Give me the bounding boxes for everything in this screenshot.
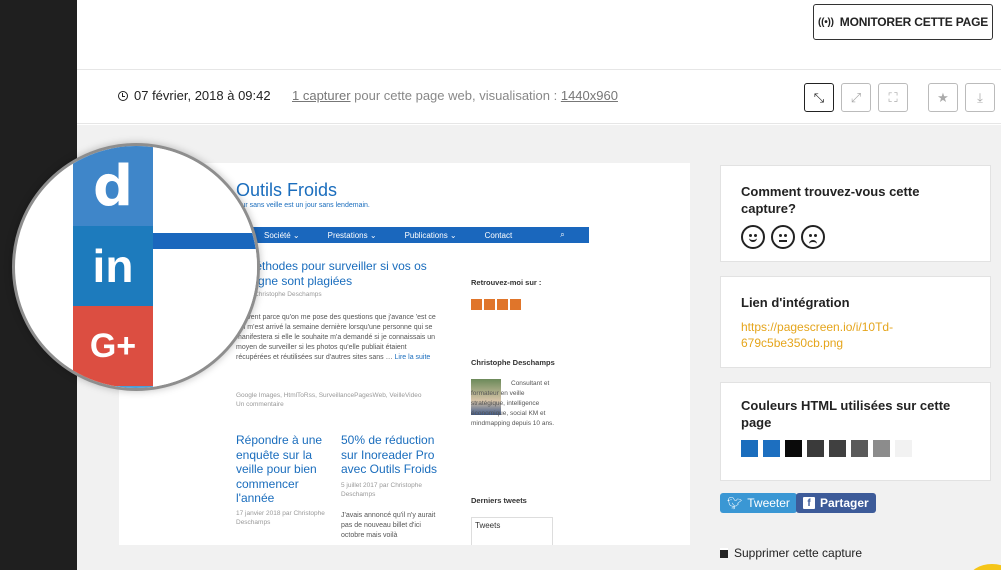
rss-icon [497, 299, 508, 310]
sidebar-heading: Derniers tweets [471, 496, 527, 505]
download-icon: ⤓ [977, 89, 983, 105]
linkedin-icon [510, 299, 521, 310]
clock-icon [118, 90, 128, 101]
color-swatch [763, 440, 780, 457]
embed-link[interactable]: https://pagescreen.io/i/10Td-679c5be350c… [741, 319, 970, 351]
tweet-label: Tweeter [747, 496, 790, 510]
article-tags: Google Images, HtmlToRss, SurveillancePa… [236, 391, 421, 409]
colors-title: Couleurs HTML utilisées sur cette page [741, 398, 951, 430]
article-title: x méthodes pour surveiller si vos os en … [236, 259, 427, 288]
color-swatch [807, 440, 824, 457]
comments-line: Un commentaire [236, 401, 284, 408]
color-swatch [851, 440, 868, 457]
article-body: J'avais annoncé qu'il n'y aurait pas de … [341, 512, 436, 539]
article-meta: 5 juillet 2017 par Christophe Deschamps [341, 482, 422, 498]
sad-face-icon[interactable] [801, 225, 825, 249]
page: ((•)) MONITORER CETTE PAGE 07 février, 2… [0, 0, 1001, 570]
expand-icon: ⤢ [850, 89, 862, 105]
top-bar: ((•)) MONITORER CETTE PAGE [77, 0, 1001, 70]
article-title: Répondre à une enquête sur la veille pou… [236, 433, 323, 505]
facebook-icon [471, 299, 482, 310]
site-nav: Société ⌄ Prestations ⌄ Publications ⌄ C… [236, 227, 589, 243]
capture-description: 1 capturer pour cette page web, visualis… [292, 88, 618, 103]
monitor-page-button[interactable]: ((•)) MONITORER CETTE PAGE [813, 4, 993, 40]
favorite-button[interactable]: ★ [928, 83, 958, 112]
happy-face-icon[interactable] [741, 225, 765, 249]
resolution-link[interactable]: 1440x960 [561, 88, 618, 103]
trash-icon [720, 548, 728, 558]
nav-item: Publications ⌄ [404, 230, 457, 240]
share-tile-linkedin[interactable]: in [73, 226, 153, 306]
fullscreen-exit-icon: ⤡ [813, 89, 825, 105]
neutral-face-icon[interactable] [771, 225, 795, 249]
fullscreen-button[interactable]: ⛶ [878, 83, 908, 112]
tags-line: Google Images, HtmlToRss, SurveillancePa… [236, 392, 422, 399]
nav-item: Contact [484, 230, 513, 240]
share-tile-google-plus[interactable]: G+ [73, 306, 153, 386]
twitter-bird-icon: 🐦︎ [727, 496, 743, 510]
share-button[interactable]: f Partager [796, 493, 876, 513]
star-icon: ★ [937, 89, 949, 105]
color-swatches [741, 440, 970, 457]
chat-bubble[interactable] [969, 564, 1001, 570]
capture-date: 07 février, 2018 à 09:42 [118, 88, 271, 103]
delete-capture-link[interactable]: Supprimer cette capture [720, 546, 862, 560]
embed-card: Lien d'intégration https://pagescreen.io… [720, 276, 991, 368]
color-swatch [829, 440, 846, 457]
fullscreen-exit-button[interactable]: ⤡ [804, 83, 834, 112]
feedback-title: Comment trouvez-vous cette capture? [741, 184, 920, 216]
rating-faces [741, 225, 970, 249]
capture-description-text: pour cette page web, visualisation : [350, 88, 561, 103]
color-swatch [741, 440, 758, 457]
delete-label: Supprimer cette capture [734, 546, 863, 560]
article-meta: 17 janvier 2018 par Christophe Deschamps [236, 510, 325, 526]
d-logo-icon: d [92, 153, 134, 219]
nav-item: Société ⌄ [264, 230, 300, 240]
monitor-label: MONITORER CETTE PAGE [839, 15, 989, 29]
embed-title: Lien d'intégration [741, 295, 850, 310]
magnifier-lens: d in G+ [12, 143, 260, 391]
feedback-card: Comment trouvez-vous cette capture? [720, 165, 991, 262]
twitter-icon [484, 299, 495, 310]
tweets-widget: Tweets [471, 517, 553, 545]
sidebar-heading: Christophe Deschamps [471, 358, 555, 367]
color-swatch [785, 440, 802, 457]
sidebar-heading: Retrouvez-moi sur : [471, 278, 542, 287]
fullscreen-icon: ⛶ [888, 89, 898, 105]
share-tile-d[interactable]: d [73, 146, 153, 226]
social-icons [471, 299, 521, 310]
article-title: 50% de réduction sur Inoreader Pro avec … [341, 433, 438, 476]
capture-count-link[interactable]: 1 capturer [292, 88, 351, 103]
share-label: Partager [820, 496, 869, 510]
share-tiles: d in G+ [73, 146, 153, 388]
magnified-page [153, 146, 257, 388]
read-more: Lire la suite [394, 354, 431, 361]
nav-search-icon: ⌕ [560, 230, 565, 239]
expand-button[interactable]: ⤢ [841, 83, 871, 112]
magnified-nav [153, 233, 257, 249]
google-plus-icon: G+ [89, 326, 137, 365]
capture-date-text: 07 février, 2018 à 09:42 [134, 88, 271, 103]
author-bio: Consultant et formateur en veille straté… [471, 380, 555, 427]
capture-info-bar: 07 février, 2018 à 09:42 1 capturer pour… [77, 70, 1001, 124]
nav-item: Prestations ⌄ [327, 230, 377, 240]
color-swatch [873, 440, 890, 457]
colors-card: Couleurs HTML utilisées sur cette page [720, 382, 991, 481]
color-swatch [895, 440, 912, 457]
tweet-button[interactable]: 🐦︎ Tweeter [720, 493, 797, 513]
linkedin-icon: in [92, 240, 134, 292]
download-button[interactable]: ⤓ [965, 83, 995, 112]
article-body: souvent parce qu'on me pose des question… [236, 313, 441, 363]
facebook-icon: f [803, 497, 815, 509]
broadcast-icon: ((•)) [817, 16, 834, 28]
